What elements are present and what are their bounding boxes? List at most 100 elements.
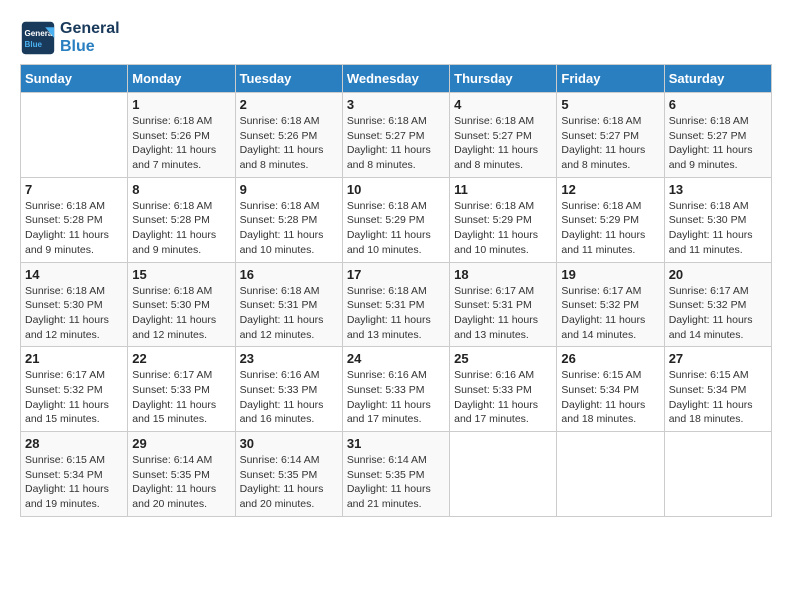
calendar-cell: 23 Sunrise: 6:16 AMSunset: 5:33 PMDayligh… (235, 347, 342, 432)
logo-icon: General Blue (20, 20, 56, 56)
calendar-cell: 21 Sunrise: 6:17 AMSunset: 5:32 PMDayligh… (21, 347, 128, 432)
day-info: Sunrise: 6:16 AMSunset: 5:33 PMDaylight:… (454, 368, 552, 427)
day-info: Sunrise: 6:18 AMSunset: 5:28 PMDaylight:… (132, 199, 230, 258)
day-info: Sunrise: 6:17 AMSunset: 5:32 PMDaylight:… (669, 284, 767, 343)
calendar-cell (21, 93, 128, 178)
day-info: Sunrise: 6:17 AMSunset: 5:32 PMDaylight:… (561, 284, 659, 343)
calendar-cell: 30Sunrise: 6:14 AMSunset: 5:35 PMDayligh… (235, 432, 342, 517)
calendar-week-row: 14 Sunrise: 6:18 AMSunset: 5:30 PMDayligh… (21, 262, 772, 347)
calendar-week-row: 28 Sunrise: 6:15 AMSunset: 5:34 PMDayligh… (21, 432, 772, 517)
day-info: Sunrise: 6:15 AMSunset: 5:34 PMDaylight:… (25, 453, 123, 512)
day-info: Sunrise: 6:15 AMSunset: 5:34 PMDaylight:… (669, 368, 767, 427)
day-info: Sunrise: 6:18 AMSunset: 5:27 PMDaylight:… (347, 114, 445, 173)
calendar-cell: 20 Sunrise: 6:17 AMSunset: 5:32 PMDayligh… (664, 262, 771, 347)
day-number: 11 (454, 182, 552, 197)
calendar-cell: 17Sunrise: 6:18 AMSunset: 5:31 PMDayligh… (342, 262, 449, 347)
day-number: 28 (25, 436, 123, 451)
day-header-thursday: Thursday (450, 65, 557, 93)
day-number: 18 (454, 267, 552, 282)
day-info: Sunrise: 6:16 AMSunset: 5:33 PMDaylight:… (240, 368, 338, 427)
page-header: General Blue General Blue (20, 20, 772, 56)
day-number: 16 (240, 267, 338, 282)
calendar-cell: 7 Sunrise: 6:18 AMSunset: 5:28 PMDaylight… (21, 177, 128, 262)
calendar-cell: 26 Sunrise: 6:15 AMSunset: 5:34 PMDayligh… (557, 347, 664, 432)
calendar-cell: 28 Sunrise: 6:15 AMSunset: 5:34 PMDayligh… (21, 432, 128, 517)
calendar-cell: 14Sunrise: 6:18 AMSunset: 5:30 PMDayligh… (21, 262, 128, 347)
calendar-cell: 22Sunrise: 6:17 AMSunset: 5:33 PMDayligh… (128, 347, 235, 432)
day-number: 23 (240, 351, 338, 366)
calendar-cell: 10 Sunrise: 6:18 AMSunset: 5:29 PMDayligh… (342, 177, 449, 262)
day-number: 5 (561, 97, 659, 112)
calendar-week-row: 1 Sunrise: 6:18 AMSunset: 5:26 PMDaylight… (21, 93, 772, 178)
day-info: Sunrise: 6:18 AMSunset: 5:28 PMDaylight:… (240, 199, 338, 258)
day-number: 22 (132, 351, 230, 366)
svg-text:Blue: Blue (25, 40, 43, 49)
day-info: Sunrise: 6:18 AMSunset: 5:29 PMDaylight:… (561, 199, 659, 258)
calendar-cell: 3Sunrise: 6:18 AMSunset: 5:27 PMDaylight… (342, 93, 449, 178)
day-number: 2 (240, 97, 338, 112)
calendar-cell: 13Sunrise: 6:18 AMSunset: 5:30 PMDayligh… (664, 177, 771, 262)
calendar-cell: 6Sunrise: 6:18 AMSunset: 5:27 PMDaylight… (664, 93, 771, 178)
calendar-week-row: 7 Sunrise: 6:18 AMSunset: 5:28 PMDaylight… (21, 177, 772, 262)
day-header-friday: Friday (557, 65, 664, 93)
day-number: 6 (669, 97, 767, 112)
calendar-cell (557, 432, 664, 517)
day-number: 9 (240, 182, 338, 197)
day-number: 27 (669, 351, 767, 366)
day-info: Sunrise: 6:14 AMSunset: 5:35 PMDaylight:… (132, 453, 230, 512)
calendar-cell: 31 Sunrise: 6:14 AMSunset: 5:35 PMDayligh… (342, 432, 449, 517)
day-number: 13 (669, 182, 767, 197)
day-header-sunday: Sunday (21, 65, 128, 93)
day-info: Sunrise: 6:18 AMSunset: 5:27 PMDaylight:… (454, 114, 552, 173)
day-header-wednesday: Wednesday (342, 65, 449, 93)
day-info: Sunrise: 6:18 AMSunset: 5:31 PMDaylight:… (240, 284, 338, 343)
calendar-cell: 2 Sunrise: 6:18 AMSunset: 5:26 PMDaylight… (235, 93, 342, 178)
logo-text: General Blue (60, 20, 120, 56)
calendar-cell: 8 Sunrise: 6:18 AMSunset: 5:28 PMDaylight… (128, 177, 235, 262)
day-info: Sunrise: 6:15 AMSunset: 5:34 PMDaylight:… (561, 368, 659, 427)
calendar-cell: 29 Sunrise: 6:14 AMSunset: 5:35 PMDayligh… (128, 432, 235, 517)
day-number: 30 (240, 436, 338, 451)
day-info: Sunrise: 6:18 AMSunset: 5:29 PMDaylight:… (454, 199, 552, 258)
day-number: 15 (132, 267, 230, 282)
calendar-cell (664, 432, 771, 517)
day-info: Sunrise: 6:18 AMSunset: 5:30 PMDaylight:… (132, 284, 230, 343)
day-info: Sunrise: 6:17 AMSunset: 5:32 PMDaylight:… (25, 368, 123, 427)
day-info: Sunrise: 6:16 AMSunset: 5:33 PMDaylight:… (347, 368, 445, 427)
calendar-week-row: 21 Sunrise: 6:17 AMSunset: 5:32 PMDayligh… (21, 347, 772, 432)
day-info: Sunrise: 6:18 AMSunset: 5:31 PMDaylight:… (347, 284, 445, 343)
day-number: 20 (669, 267, 767, 282)
day-info: Sunrise: 6:17 AMSunset: 5:31 PMDaylight:… (454, 284, 552, 343)
day-info: Sunrise: 6:18 AMSunset: 5:26 PMDaylight:… (132, 114, 230, 173)
day-header-monday: Monday (128, 65, 235, 93)
day-number: 1 (132, 97, 230, 112)
day-number: 7 (25, 182, 123, 197)
calendar-cell: 24 Sunrise: 6:16 AMSunset: 5:33 PMDayligh… (342, 347, 449, 432)
calendar-cell: 4Sunrise: 6:18 AMSunset: 5:27 PMDaylight… (450, 93, 557, 178)
calendar-table: SundayMondayTuesdayWednesdayThursdayFrid… (20, 64, 772, 517)
day-number: 26 (561, 351, 659, 366)
calendar-cell: 27 Sunrise: 6:15 AMSunset: 5:34 PMDayligh… (664, 347, 771, 432)
calendar-header-row: SundayMondayTuesdayWednesdayThursdayFrid… (21, 65, 772, 93)
day-number: 8 (132, 182, 230, 197)
calendar-cell: 18 Sunrise: 6:17 AMSunset: 5:31 PMDayligh… (450, 262, 557, 347)
calendar-cell: 25Sunrise: 6:16 AMSunset: 5:33 PMDayligh… (450, 347, 557, 432)
day-header-tuesday: Tuesday (235, 65, 342, 93)
day-number: 21 (25, 351, 123, 366)
day-number: 24 (347, 351, 445, 366)
logo: General Blue General Blue (20, 20, 120, 56)
calendar-cell: 16 Sunrise: 6:18 AMSunset: 5:31 PMDayligh… (235, 262, 342, 347)
day-number: 14 (25, 267, 123, 282)
day-number: 10 (347, 182, 445, 197)
day-number: 31 (347, 436, 445, 451)
day-info: Sunrise: 6:18 AMSunset: 5:28 PMDaylight:… (25, 199, 123, 258)
day-number: 29 (132, 436, 230, 451)
day-number: 12 (561, 182, 659, 197)
day-info: Sunrise: 6:18 AMSunset: 5:29 PMDaylight:… (347, 199, 445, 258)
day-info: Sunrise: 6:14 AMSunset: 5:35 PMDaylight:… (347, 453, 445, 512)
calendar-cell: 11 Sunrise: 6:18 AMSunset: 5:29 PMDayligh… (450, 177, 557, 262)
calendar-cell: 19Sunrise: 6:17 AMSunset: 5:32 PMDayligh… (557, 262, 664, 347)
calendar-cell: 5Sunrise: 6:18 AMSunset: 5:27 PMDaylight… (557, 93, 664, 178)
day-info: Sunrise: 6:18 AMSunset: 5:26 PMDaylight:… (240, 114, 338, 173)
calendar-cell: 12 Sunrise: 6:18 AMSunset: 5:29 PMDayligh… (557, 177, 664, 262)
